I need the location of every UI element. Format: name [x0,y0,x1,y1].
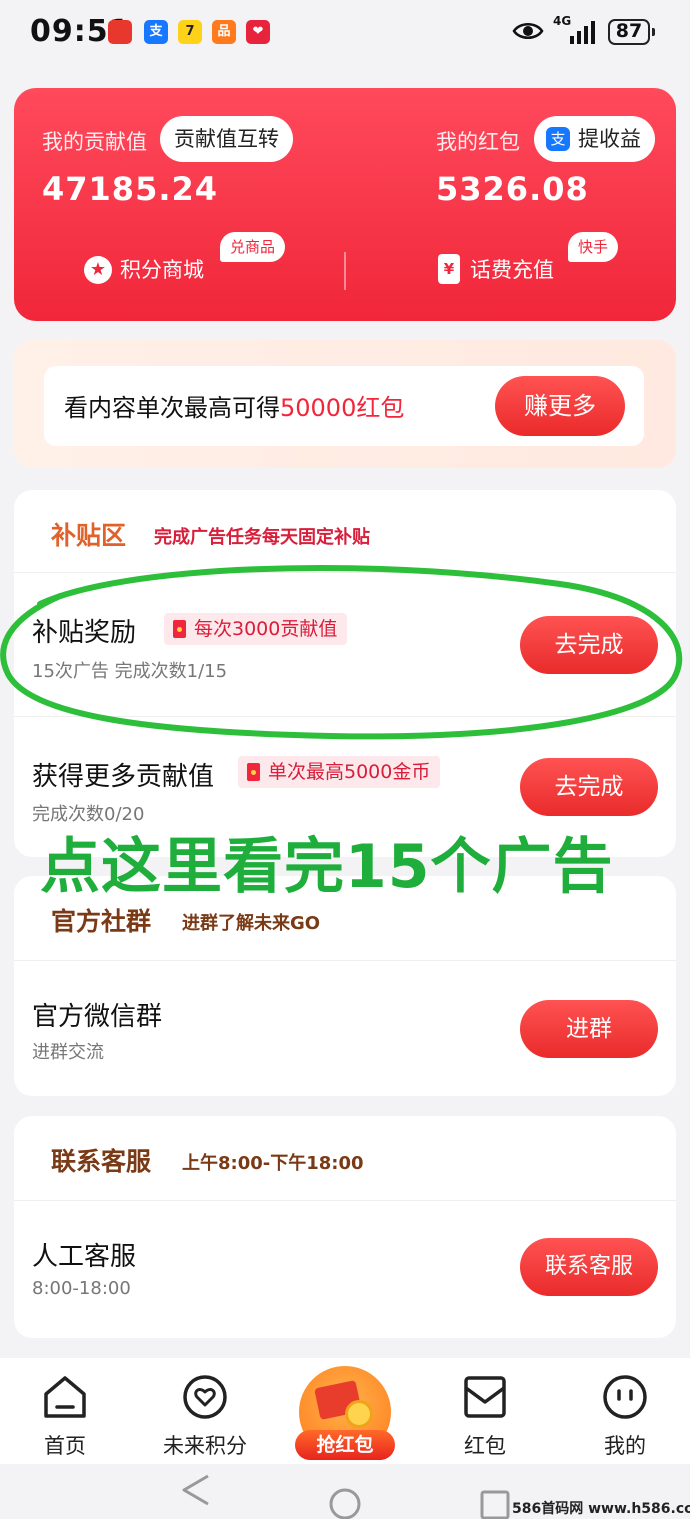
promo-text-highlight: 50000红包 [280,394,405,422]
red-envelope-icon [247,763,260,781]
red-packet-label: 我的红包 [436,130,520,154]
bottom-nav: 首页 未来积分 抢红包 红包 我的 [0,1358,690,1464]
customer-service-title: 人工客服 [32,1242,137,1272]
app-seven-icon: 7 [178,20,202,44]
wechat-group-title: 官方微信群 [32,1002,163,1032]
promo-banner: 看内容单次最高可得50000红包 赚更多 [14,340,676,468]
withdraw-button[interactable]: 支 提收益 [534,116,655,162]
contribution-value: 47185.24 [42,170,219,208]
contribution-transfer-button[interactable]: 贡献值互转 [160,116,293,162]
screen: 09:51 支 7 品 ❤ 4G 87 我的贡献值 贡献值互转 47185.24… [0,0,690,1519]
home-icon [44,1376,86,1418]
contact-service-button[interactable]: 联系客服 [520,1238,658,1296]
subsidy-title: 补贴区 [51,521,127,550]
more-contribution-complete-button[interactable]: 去完成 [520,758,658,816]
battery-icon: 87 [608,19,655,45]
alipay-icon: 支 [546,127,570,151]
annotation-oval [0,565,683,740]
service-title: 联系客服 [51,1147,152,1176]
nav-points[interactable]: 未来积分 [150,1374,260,1460]
more-contribution-title: 获得更多贡献值 [32,762,215,792]
nav-red-packet[interactable]: 红包 [430,1374,540,1460]
app-orange-icon: 品 [212,20,236,44]
contribution-label: 我的贡献值 [42,130,147,154]
home-circle-icon [329,1488,361,1519]
more-contribution-badge: 单次最高5000金币 [238,756,441,788]
phone-recharge-tag: 快手 [568,232,619,262]
community-section: 官方社群 进群了解未来GO 官方微信群 进群交流 进群 [14,876,676,1096]
nav-red-packet-label: 红包 [464,1434,506,1458]
watermark: 586首码网 www.h586.com [512,1501,690,1517]
nav-grab-red-packet-label: 抢红包 [295,1430,395,1460]
service-section: 联系客服 上午8:00-下午18:00 人工客服 8:00-18:00 联系客服 [14,1116,676,1338]
promo-text-prefix: 看内容单次最高可得 [64,394,280,422]
promo-inner: 看内容单次最高可得50000红包 赚更多 [44,366,644,446]
wechat-group-sub: 进群交流 [32,1042,104,1063]
phone-recharge-link[interactable]: 话费充值 [470,254,554,284]
withdraw-label: 提收益 [578,127,641,151]
nav-profile-label: 我的 [604,1434,646,1458]
recent-apps-icon [480,1490,510,1519]
join-group-button[interactable]: 进群 [520,1000,658,1058]
section-divider [14,960,676,961]
phone-recharge-icon: ¥ [438,254,460,284]
section-divider [14,1200,676,1201]
coin-icon [345,1400,373,1428]
points-mall-tag: 兑商品 [220,232,286,262]
community-title: 官方社群 [51,907,152,936]
nav-profile[interactable]: 我的 [570,1374,680,1460]
nav-home[interactable]: 首页 [10,1374,120,1460]
nav-points-label: 未来积分 [163,1434,247,1458]
signal-icon [570,21,595,44]
community-subtitle: 进群了解未来GO [182,913,321,934]
star-icon: ★ [84,256,112,284]
heart-circle-icon [183,1375,227,1419]
profile-icon [603,1375,647,1419]
alipay-icon: 支 [144,20,168,44]
annotation-text: 点这里看完15个广告 [40,832,614,902]
huawei-app-icon [108,20,132,44]
card-divider [344,252,346,290]
subsidy-subtitle: 完成广告任务每天固定补贴 [154,527,370,548]
eye-icon [512,23,544,39]
balance-card: 我的贡献值 贡献值互转 47185.24 我的红包 支 提收益 5326.08 … [14,88,676,321]
earn-more-button[interactable]: 赚更多 [495,376,625,436]
customer-service-hours: 8:00-18:00 [32,1278,131,1299]
points-mall-link[interactable]: 积分商城 [120,254,204,284]
back-icon [182,1474,209,1506]
service-subtitle: 上午8:00-下午18:00 [182,1153,364,1174]
badge-text: 单次最高5000金币 [268,761,431,783]
app-red-icon: ❤ [246,20,270,44]
red-packet-value: 5326.08 [436,170,589,208]
status-bar: 09:51 支 7 品 ❤ 4G 87 [0,0,690,66]
promo-text: 看内容单次最高可得50000红包 [64,388,404,423]
envelope-icon [464,1376,506,1418]
nav-home-label: 首页 [44,1434,86,1458]
nav-grab-red-packet[interactable]: 抢红包 [295,1366,395,1460]
